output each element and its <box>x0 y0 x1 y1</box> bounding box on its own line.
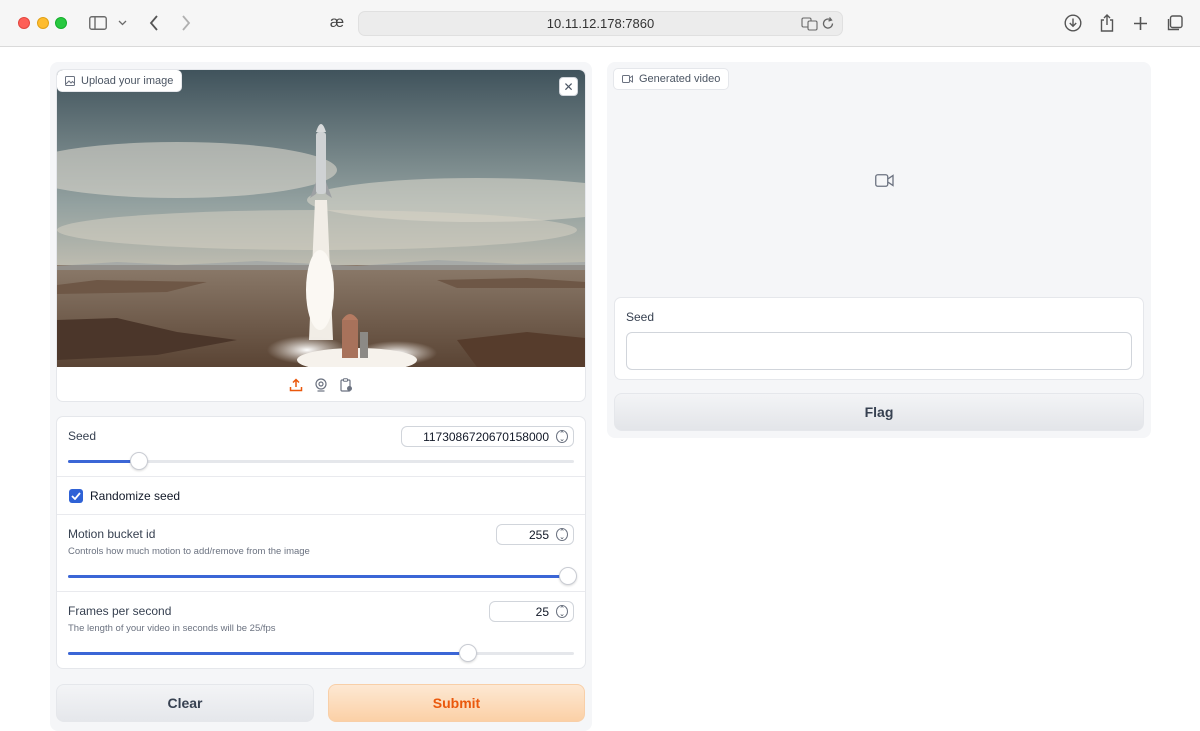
motion-number-input[interactable]: 255 ⌃ ⌄ <box>496 524 574 545</box>
stepper-icon[interactable]: ⌃ ⌄ <box>556 528 568 541</box>
stepper-icon[interactable]: ⌃ ⌄ <box>556 430 568 443</box>
image-label-tag: Upload your image <box>57 70 183 92</box>
randomize-row: Randomize seed <box>57 477 585 515</box>
sidebar-icon[interactable] <box>87 12 109 34</box>
motion-slider-handle[interactable] <box>559 567 577 585</box>
fps-slider-handle[interactable] <box>459 644 477 662</box>
seed-slider-handle[interactable] <box>130 452 148 470</box>
reload-icon[interactable] <box>821 16 835 31</box>
tabs-icon[interactable] <box>1163 12 1185 34</box>
video-label-tag: Generated video <box>613 68 730 90</box>
close-window-button[interactable] <box>18 17 30 29</box>
video-camera-icon <box>875 174 894 192</box>
url-text: 10.11.12.178:7860 <box>546 16 655 31</box>
generated-video: Generated video <box>613 68 1143 296</box>
share-icon[interactable] <box>1096 12 1118 34</box>
download-icon[interactable] <box>1062 12 1084 34</box>
gradio-app: Upload your image ✕ Seed 117308672067015… <box>0 48 1200 731</box>
back-icon[interactable] <box>143 12 165 34</box>
output-seed-field[interactable] <box>626 332 1132 370</box>
input-column: Upload your image ✕ Seed 117308672067015… <box>50 62 592 731</box>
site-favicon-icon: æ <box>329 14 345 31</box>
video-label: Generated video <box>639 73 721 85</box>
check-icon <box>71 492 81 500</box>
randomize-seed-checkbox[interactable] <box>69 489 83 503</box>
stepper-icon[interactable]: ⌃ ⌄ <box>556 605 568 618</box>
plus-icon[interactable] <box>1129 12 1151 34</box>
fps-label: Frames per second <box>68 604 172 618</box>
image-icon <box>65 75 75 86</box>
zoom-window-button[interactable] <box>55 17 67 29</box>
motion-slider-fill <box>68 575 574 578</box>
submit-button[interactable]: Submit <box>328 684 585 722</box>
seed-label: Seed <box>68 429 97 443</box>
fps-number-input[interactable]: 25 ⌃ ⌄ <box>489 601 574 622</box>
clear-button[interactable]: Clear <box>56 684 314 722</box>
motion-info: Controls how much motion to add/remove f… <box>68 546 310 557</box>
settings-panel: Seed 1173086720670158000 ⌃ ⌄ Randomize se… <box>56 416 586 669</box>
seed-number-input[interactable]: 1173086720670158000 ⌃ ⌄ <box>401 426 574 447</box>
upload-icon[interactable] <box>288 376 305 393</box>
image-label: Upload your image <box>81 74 174 87</box>
seed-slider-fill <box>68 460 139 463</box>
motion-label: Motion bucket id <box>68 527 156 541</box>
clipboard-icon[interactable] <box>338 376 355 393</box>
close-icon: ✕ <box>563 79 574 94</box>
seed-slider[interactable] <box>68 452 574 470</box>
randomize-seed-label: Randomize seed <box>90 489 181 503</box>
fps-value: 25 <box>535 604 549 619</box>
flag-button[interactable]: Flag <box>614 393 1144 431</box>
fps-slider-row: Frames per second The length of your vid… <box>57 592 585 669</box>
image-upload[interactable]: Upload your image ✕ <box>56 69 586 402</box>
video-camera-icon <box>622 75 633 83</box>
motion-slider-row: Motion bucket id Controls how much motio… <box>57 515 585 592</box>
image-source-toolbar <box>57 368 585 401</box>
seed-value: 1173086720670158000 <box>423 429 549 444</box>
fps-info: The length of your video in seconds will… <box>68 623 276 634</box>
forward-icon[interactable] <box>175 12 197 34</box>
clear-image-button[interactable]: ✕ <box>559 77 578 96</box>
uploaded-image <box>57 70 585 367</box>
webcam-icon[interactable] <box>313 376 330 393</box>
motion-value: 255 <box>528 527 549 542</box>
motion-slider[interactable] <box>68 567 577 585</box>
output-seed-panel: Seed <box>614 297 1144 380</box>
fps-slider[interactable] <box>68 644 574 662</box>
seed-slider-row: Seed 1173086720670158000 ⌃ ⌄ <box>57 417 585 477</box>
fps-slider-fill <box>68 652 468 655</box>
translate-icon[interactable] <box>801 16 818 31</box>
browser-toolbar: æ 10.11.12.178:7860 <box>0 0 1200 47</box>
output-seed-label: Seed <box>626 310 655 324</box>
output-column: Generated video Seed Flag <box>607 62 1151 438</box>
address-bar[interactable]: 10.11.12.178:7860 <box>358 11 843 36</box>
chevron-down-icon[interactable] <box>114 12 130 34</box>
minimize-window-button[interactable] <box>37 17 49 29</box>
